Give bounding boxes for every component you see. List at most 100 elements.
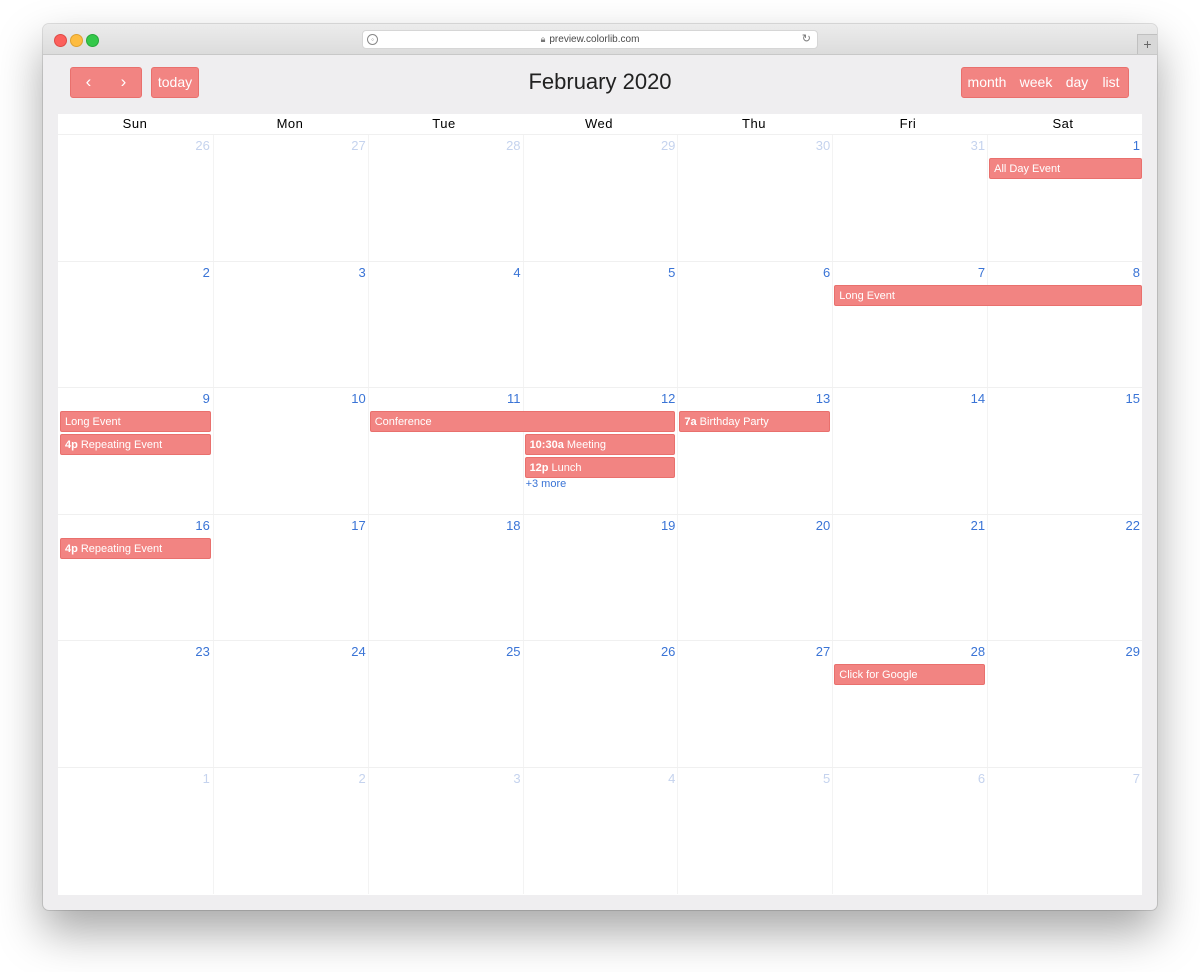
day-number[interactable]: 22: [1126, 518, 1140, 533]
day-number[interactable]: 19: [661, 518, 675, 533]
day-cell[interactable]: 23: [58, 641, 213, 767]
day-number[interactable]: 28: [971, 644, 985, 659]
day-number[interactable]: 2: [358, 771, 365, 786]
day-number[interactable]: 10: [351, 391, 365, 406]
new-tab-button[interactable]: +: [1137, 34, 1157, 54]
day-cell[interactable]: 29: [987, 641, 1143, 767]
day-cell[interactable]: 1: [58, 768, 213, 894]
minimize-window-button[interactable]: [70, 34, 83, 47]
calendar-event[interactable]: 12p Lunch: [524, 457, 676, 478]
day-cell[interactable]: 16: [58, 515, 213, 641]
day-cell[interactable]: 4: [522, 767, 679, 894]
day-number[interactable]: 3: [358, 265, 365, 280]
day-number[interactable]: 11: [507, 391, 521, 406]
day-cell[interactable]: 29: [522, 135, 679, 261]
day-cell[interactable]: 5: [677, 767, 833, 894]
day-cell[interactable]: 17: [212, 514, 369, 641]
calendar-event[interactable]: 10:30a Meeting: [524, 434, 676, 455]
day-cell[interactable]: 18: [367, 514, 524, 641]
day-cell[interactable]: 27: [212, 135, 369, 261]
day-cell[interactable]: 3: [367, 767, 524, 894]
day-number[interactable]: 28: [506, 138, 520, 153]
day-cell[interactable]: 28: [832, 641, 988, 767]
day-number[interactable]: 31: [971, 138, 985, 153]
day-number[interactable]: 8: [1133, 265, 1140, 280]
day-cell[interactable]: 15: [987, 388, 1143, 514]
day-number[interactable]: 5: [668, 265, 675, 280]
privacy-shield-icon[interactable]: ◦: [367, 34, 378, 45]
calendar-event[interactable]: Long Event: [60, 411, 211, 432]
day-number[interactable]: 9: [203, 391, 210, 406]
day-cell[interactable]: 2: [58, 262, 213, 388]
day-cell[interactable]: 4: [367, 261, 524, 388]
day-cell[interactable]: 26: [58, 135, 213, 261]
month-view-button[interactable]: month: [962, 68, 1012, 97]
day-cell[interactable]: 21: [832, 514, 988, 641]
day-number[interactable]: 23: [195, 644, 209, 659]
day-number[interactable]: 15: [1126, 391, 1140, 406]
day-cell[interactable]: 25: [367, 641, 524, 767]
zoom-window-button[interactable]: [86, 34, 99, 47]
day-number[interactable]: 25: [506, 644, 520, 659]
day-number[interactable]: 12: [661, 391, 675, 406]
day-number[interactable]: 17: [351, 518, 365, 533]
day-number[interactable]: 1: [203, 771, 210, 786]
day-number[interactable]: 3: [513, 771, 520, 786]
day-cell[interactable]: 5: [522, 261, 679, 388]
more-events-link[interactable]: +3 more: [526, 478, 567, 490]
calendar-event[interactable]: Conference: [369, 411, 676, 432]
day-cell[interactable]: 24: [212, 641, 369, 767]
day-cell[interactable]: 10: [212, 388, 369, 514]
calendar-event[interactable]: 7a Birthday Party: [679, 411, 831, 432]
day-cell[interactable]: 31: [832, 135, 988, 261]
day-number[interactable]: 14: [971, 391, 985, 406]
day-number[interactable]: 27: [351, 138, 365, 153]
day-cell[interactable]: 2: [212, 767, 369, 894]
calendar-event[interactable]: Click for Google: [834, 664, 986, 685]
day-cell[interactable]: 3: [212, 261, 369, 388]
day-number[interactable]: 7: [1133, 771, 1140, 786]
day-cell[interactable]: 6: [832, 767, 988, 894]
day-number[interactable]: 13: [816, 391, 830, 406]
day-number[interactable]: 4: [513, 265, 520, 280]
day-cell[interactable]: 14: [832, 388, 988, 514]
list-view-button[interactable]: list: [1094, 68, 1128, 97]
day-cell[interactable]: 11: [367, 388, 524, 514]
week-view-button[interactable]: week: [1012, 68, 1060, 97]
calendar-event[interactable]: 4p Repeating Event: [60, 537, 211, 559]
day-cell[interactable]: 22: [987, 514, 1143, 641]
day-view-button[interactable]: day: [1060, 68, 1094, 97]
day-cell[interactable]: 7: [832, 261, 988, 388]
close-window-button[interactable]: [54, 34, 67, 47]
calendar-event[interactable]: Long Event: [834, 284, 1142, 306]
day-number[interactable]: 4: [668, 771, 675, 786]
day-number[interactable]: 6: [978, 771, 985, 786]
day-number[interactable]: 27: [816, 644, 830, 659]
day-cell[interactable]: 27: [677, 641, 833, 767]
day-number[interactable]: 20: [816, 518, 830, 533]
day-cell[interactable]: 28: [367, 135, 524, 261]
day-cell[interactable]: 6: [677, 261, 833, 388]
day-cell[interactable]: 26: [522, 641, 679, 767]
day-number[interactable]: 7: [978, 265, 985, 280]
calendar-event[interactable]: All Day Event: [989, 158, 1142, 179]
day-number[interactable]: 30: [816, 138, 830, 153]
day-number[interactable]: 16: [195, 518, 209, 533]
day-number[interactable]: 26: [195, 138, 209, 153]
day-number[interactable]: 6: [823, 265, 830, 280]
day-cell[interactable]: 1: [987, 135, 1143, 261]
address-bar[interactable]: ◦ 🔒︎ preview.colorlib.com ↻: [362, 30, 818, 49]
day-cell[interactable]: 13: [677, 388, 833, 514]
day-number[interactable]: 29: [661, 138, 675, 153]
day-cell[interactable]: 7: [987, 767, 1143, 894]
day-cell[interactable]: 30: [677, 135, 833, 261]
reload-icon[interactable]: ↻: [802, 31, 811, 48]
day-number[interactable]: 1: [1133, 138, 1140, 153]
day-number[interactable]: 29: [1126, 644, 1140, 659]
day-number[interactable]: 2: [203, 265, 210, 280]
day-cell[interactable]: 20: [677, 514, 833, 641]
day-cell[interactable]: 8: [987, 261, 1143, 388]
day-number[interactable]: 26: [661, 644, 675, 659]
day-number[interactable]: 5: [823, 771, 830, 786]
day-number[interactable]: 21: [971, 518, 985, 533]
